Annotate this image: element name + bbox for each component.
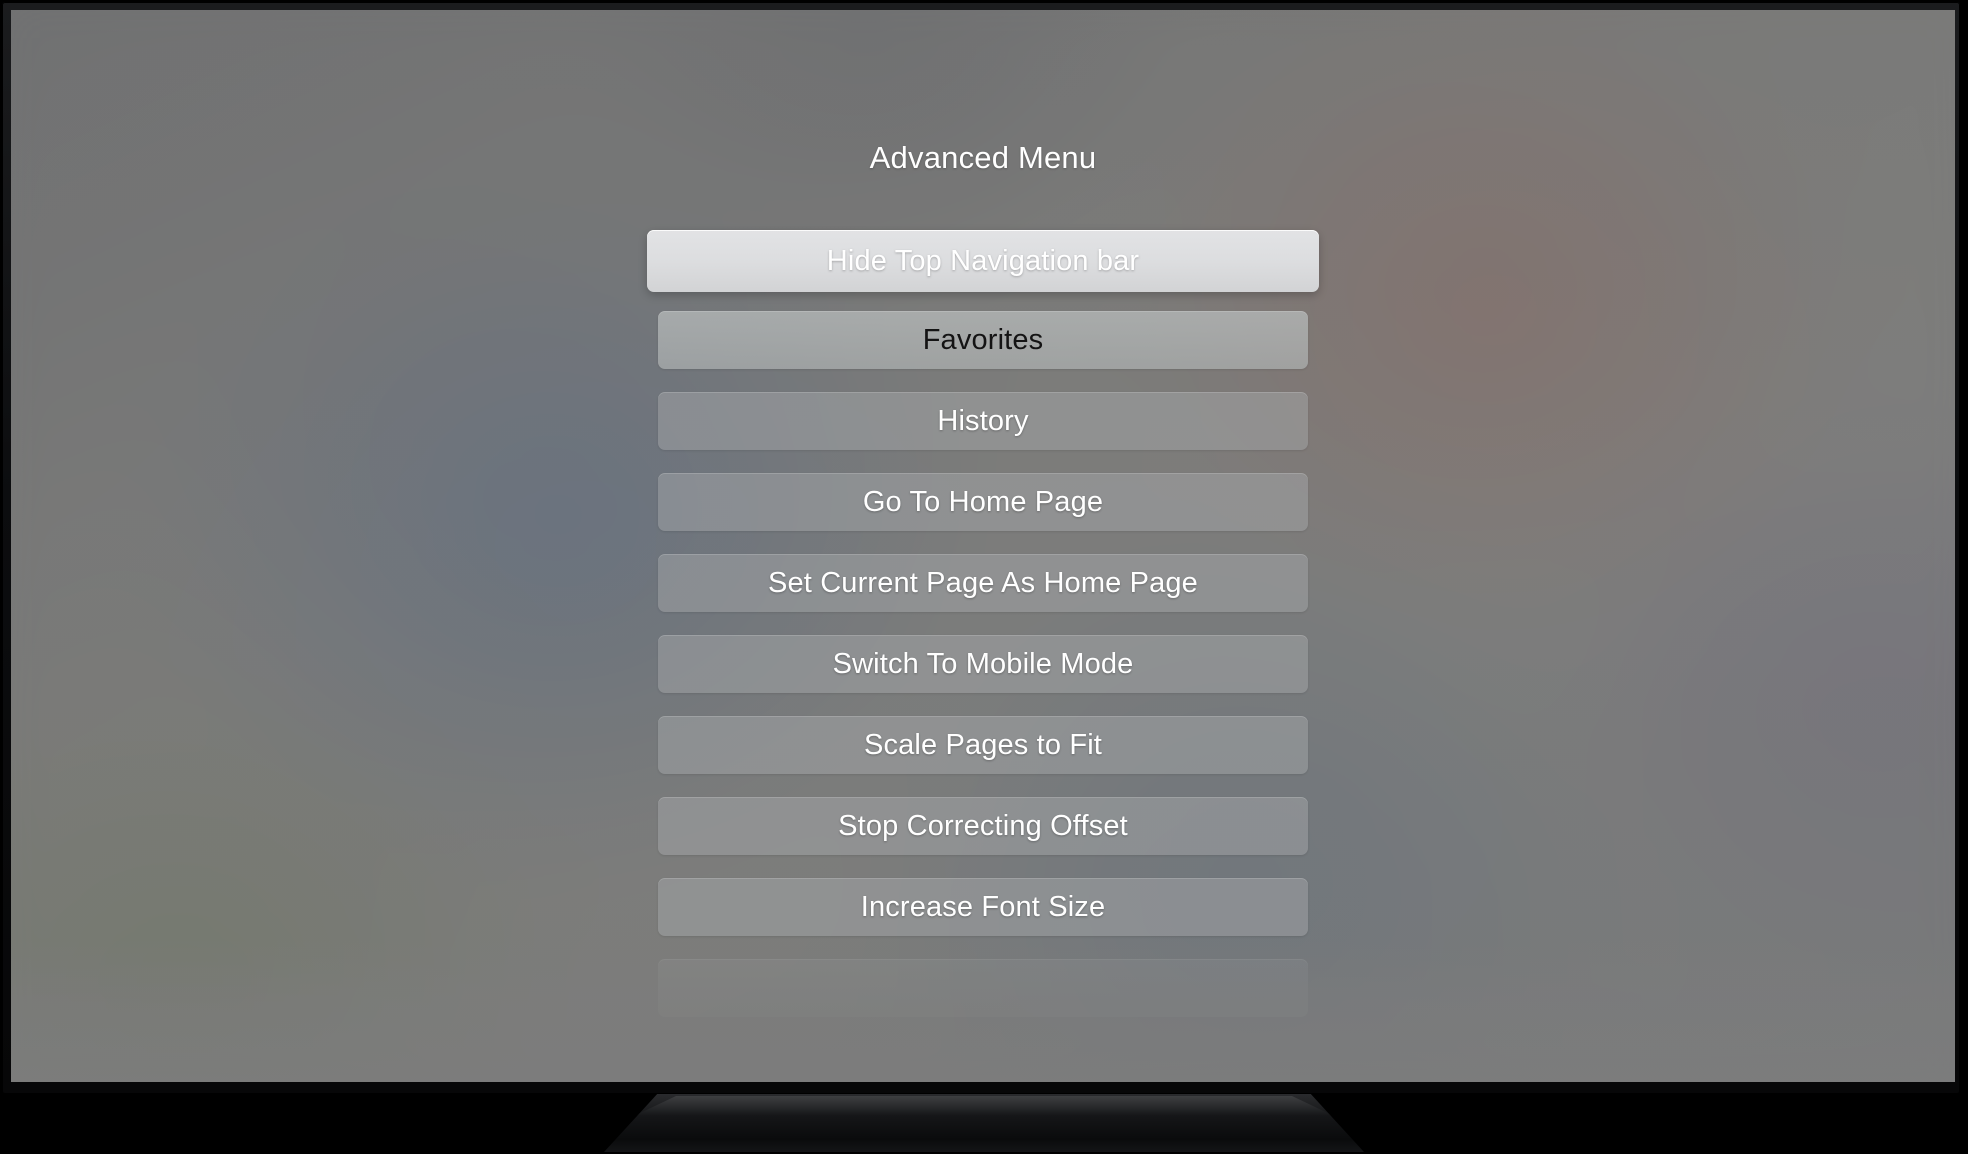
menu-item-label: Set Current Page As Home Page [768, 566, 1198, 599]
menu-row: Set Current Page As Home Page [11, 554, 1955, 612]
menu-row: History [11, 392, 1955, 450]
menu-item-history[interactable]: History [658, 392, 1308, 450]
menu-row: Stop Correcting Offset [11, 797, 1955, 855]
menu-item-hide-top-navigation-bar[interactable]: Hide Top Navigation bar [647, 230, 1319, 292]
tv-screen: Advanced Menu Hide Top Navigation bar Fa… [11, 10, 1955, 1082]
menu-item-label: Scale Pages to Fit [863, 728, 1103, 761]
menu-title: Advanced Menu [869, 140, 1097, 175]
menu-row: Scale Pages to Fit [11, 716, 1955, 774]
menu-item-label: Stop Correcting Offset [838, 809, 1128, 842]
menu-row: Hide Top Navigation bar [11, 230, 1955, 292]
menu-row: Increase Font Size [11, 878, 1955, 936]
tv-bezel: Advanced Menu Hide Top Navigation bar Fa… [2, 2, 1960, 1094]
menu-item-stop-correcting-offset[interactable]: Stop Correcting Offset [658, 797, 1308, 855]
menu-item-label: Favorites [922, 323, 1044, 356]
menu-row: Favorites [11, 311, 1955, 369]
menu-item-offscreen-partial[interactable] [658, 959, 1308, 1017]
tv-stand-highlight [634, 1096, 1334, 1116]
tv-device: Advanced Menu Hide Top Navigation bar Fa… [0, 0, 1968, 1154]
menu-item-label: History [937, 404, 1029, 437]
menu-item-label: Switch To Mobile Mode [832, 647, 1134, 680]
menu-row: Switch To Mobile Mode [11, 635, 1955, 693]
menu-row: Go To Home Page [11, 473, 1955, 531]
menu-item-set-current-page-as-home-page[interactable]: Set Current Page As Home Page [658, 554, 1308, 612]
menu-row [11, 959, 1955, 1017]
menu-list: Hide Top Navigation bar Favorites Histor… [11, 230, 1955, 1040]
advanced-menu-overlay: Advanced Menu Hide Top Navigation bar Fa… [11, 10, 1955, 1082]
menu-item-go-to-home-page[interactable]: Go To Home Page [658, 473, 1308, 531]
menu-item-label: Increase Font Size [860, 890, 1106, 923]
menu-item-increase-font-size[interactable]: Increase Font Size [658, 878, 1308, 936]
menu-item-favorites[interactable]: Favorites [658, 311, 1308, 369]
menu-item-switch-to-mobile-mode[interactable]: Switch To Mobile Mode [658, 635, 1308, 693]
menu-item-label: Hide Top Navigation bar [826, 244, 1140, 277]
menu-item-scale-pages-to-fit[interactable]: Scale Pages to Fit [658, 716, 1308, 774]
menu-item-label: Go To Home Page [862, 485, 1104, 518]
